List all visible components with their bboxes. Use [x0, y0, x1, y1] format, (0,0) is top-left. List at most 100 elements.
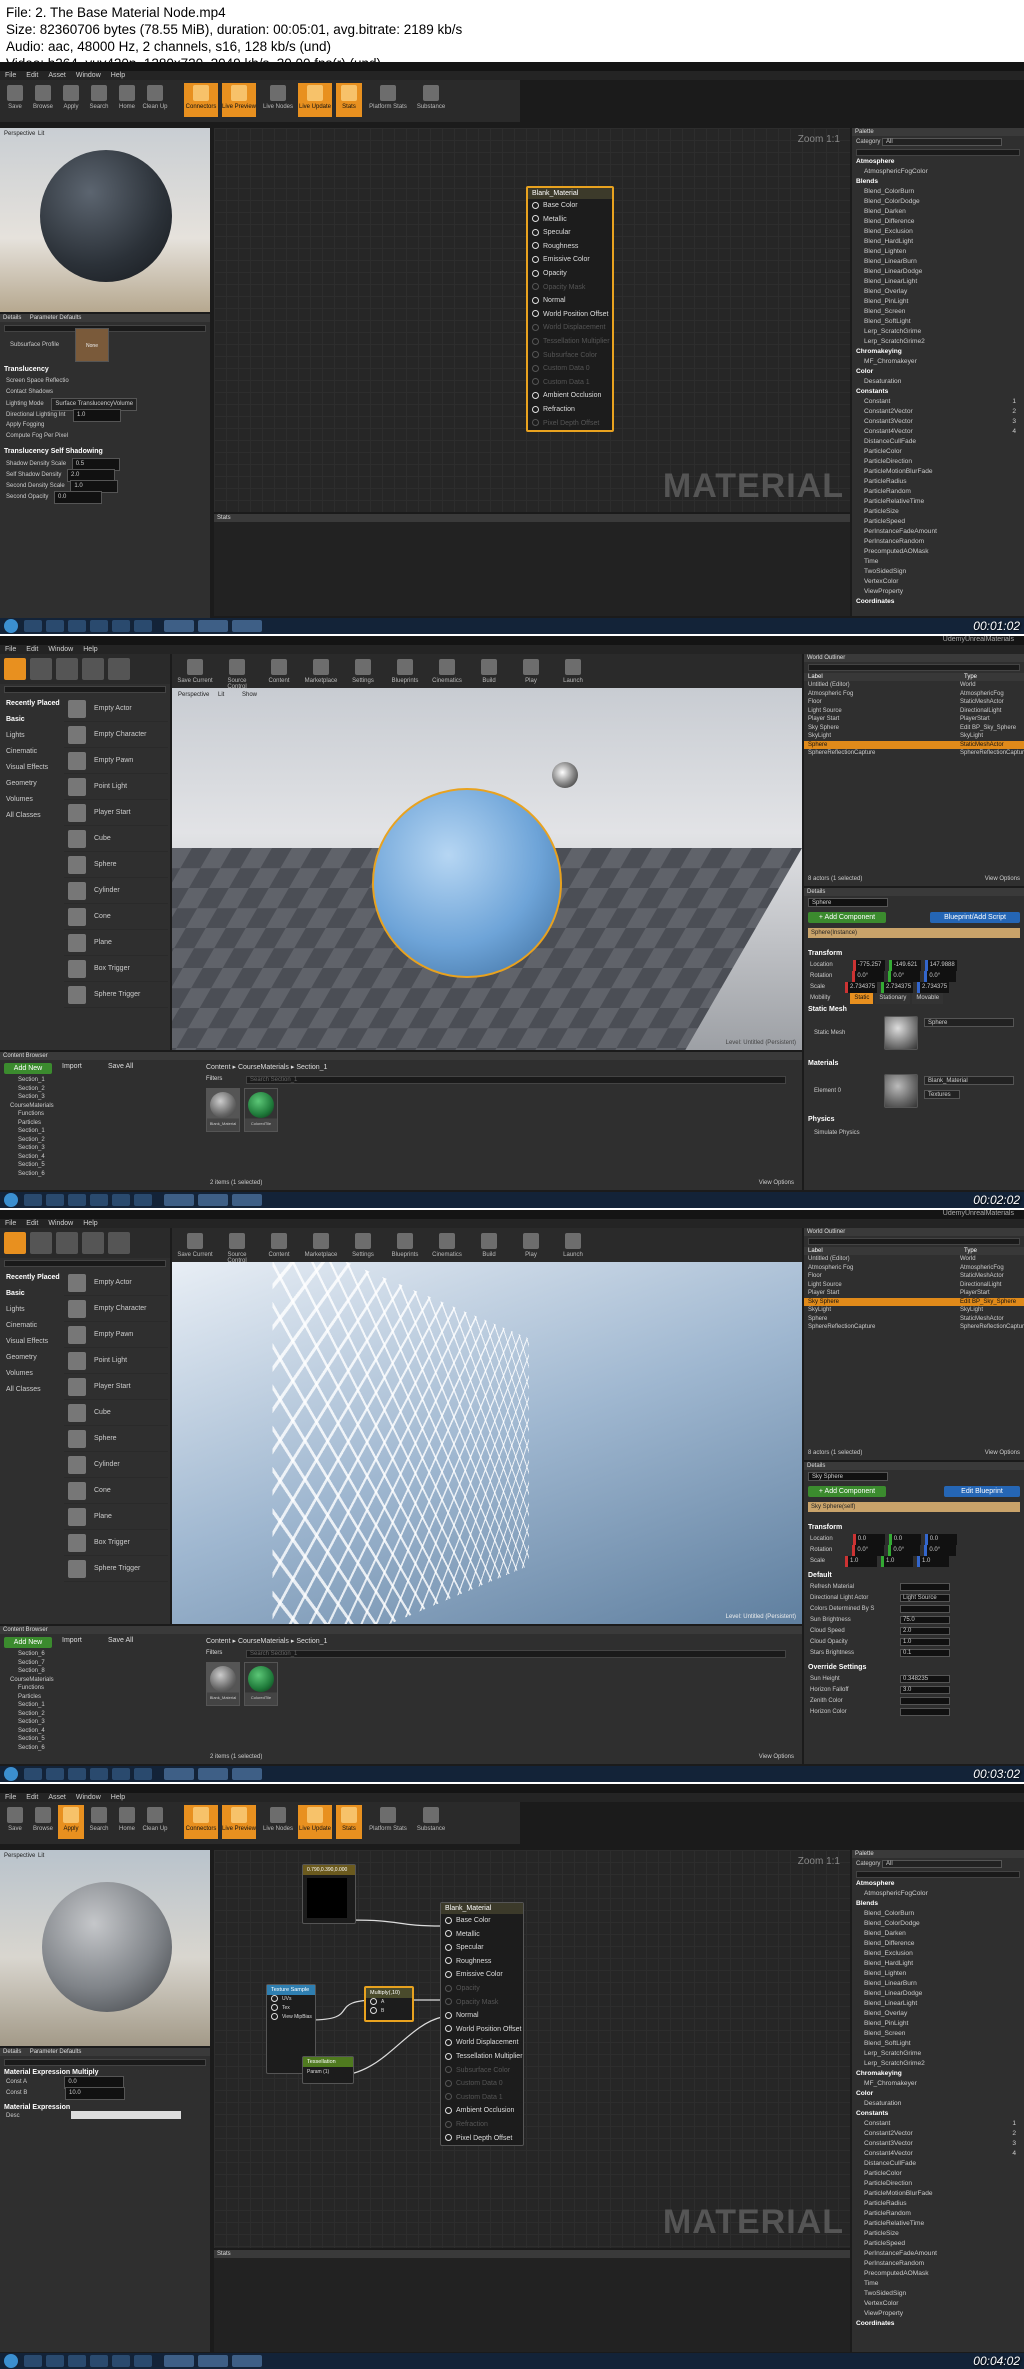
material-input-pin[interactable]: Custom Data 1: [441, 2091, 523, 2105]
transform-value[interactable]: -775.257: [852, 960, 885, 971]
palette-category[interactable]: Color: [856, 367, 1024, 377]
modes-search[interactable]: [4, 1260, 166, 1267]
level-toolbar-button[interactable]: Content: [260, 657, 298, 691]
palette-item[interactable]: Blend_Lighten: [856, 1969, 1024, 1979]
material-input-pin[interactable]: Ambient Occlusion: [441, 2104, 523, 2118]
static-mesh-thumb[interactable]: [884, 1016, 918, 1050]
unreal-taskbar-icon[interactable]: [232, 1194, 262, 1206]
foliage-mode-icon[interactable]: [82, 658, 104, 680]
transform-value[interactable]: 0.0°: [852, 1545, 885, 1556]
category-dropdown[interactable]: All: [882, 138, 1003, 146]
material-input-pin[interactable]: World Position Offset: [528, 308, 612, 322]
palette-item[interactable]: ParticleColor: [856, 447, 1024, 457]
palette-item[interactable]: ParticleSize: [856, 507, 1024, 517]
level-toolbar-button[interactable]: Settings: [344, 1231, 382, 1265]
palette-item[interactable]: Constant3Vector 3: [856, 417, 1024, 427]
folder-item[interactable]: Section_8: [2, 1667, 192, 1676]
outliner-row[interactable]: Sphere StaticMeshActor: [804, 1315, 1024, 1324]
filters-button[interactable]: Filters: [206, 1650, 222, 1656]
taskbar-app-icon[interactable]: [112, 2355, 130, 2367]
outliner-row[interactable]: Sky Sphere Edit BP_Sky_Sphere: [804, 1297, 1024, 1306]
material-input-pin[interactable]: Refraction: [441, 2118, 523, 2132]
platform-stats-button[interactable]: Platform Stats: [366, 1805, 410, 1839]
mobility-option[interactable]: Stationary: [875, 993, 911, 1004]
palette-item[interactable]: Blend_LinearBurn: [856, 1979, 1024, 1989]
stats-button[interactable]: Stats: [336, 1805, 362, 1839]
palette-item[interactable]: Constant2Vector 2: [856, 407, 1024, 417]
pin-tex[interactable]: Tex: [267, 2004, 315, 2013]
viewport-perspective-label[interactable]: Perspective: [178, 692, 209, 698]
palette-item[interactable]: VertexColor: [856, 577, 1024, 587]
place-item[interactable]: Cone: [64, 904, 168, 930]
material-input-pin[interactable]: Normal: [528, 294, 612, 308]
material-input-pin[interactable]: Emissive Color: [528, 253, 612, 267]
material-input-pin[interactable]: Metallic: [441, 1928, 523, 1942]
place-item[interactable]: Point Light: [64, 1348, 168, 1374]
transform-value[interactable]: 0.0°: [888, 971, 921, 982]
outliner-row[interactable]: Floor StaticMeshActor: [804, 698, 1024, 707]
content-view-options[interactable]: View Options: [759, 1754, 794, 1760]
base-material-node[interactable]: Blank_Material Base Color Metallic Specula…: [440, 1902, 524, 2147]
palette-item[interactable]: Blend_LinearLight: [856, 277, 1024, 287]
palette-item[interactable]: Blend_Difference: [856, 217, 1024, 227]
save-button[interactable]: Save: [2, 1805, 28, 1839]
materials-section[interactable]: Materials: [808, 1060, 838, 1067]
folder-item[interactable]: Section_5: [2, 1735, 192, 1744]
folder-item[interactable]: Section_5: [2, 1161, 192, 1170]
level-toolbar-button[interactable]: Save Current: [176, 657, 214, 691]
palette-item[interactable]: Blend_Exclusion: [856, 1949, 1024, 1959]
directional-lighting-field[interactable]: 1.0: [73, 409, 122, 422]
material-input-pin[interactable]: Base Color: [441, 1914, 523, 1928]
material-thumb[interactable]: [884, 1074, 918, 1108]
taskbar-app-icon[interactable]: [68, 1768, 86, 1780]
material-input-pin[interactable]: World Position Offset: [441, 2023, 523, 2037]
palette-item[interactable]: Blend_PinLight: [856, 297, 1024, 307]
menu-file[interactable]: File: [5, 646, 16, 653]
outliner-row[interactable]: SkyLight SkyLight: [804, 1306, 1024, 1315]
taskbar-app-icon[interactable]: [134, 1194, 152, 1206]
level-toolbar-button[interactable]: Build: [470, 1231, 508, 1265]
self-shadow-section[interactable]: Translucency Self Shadowing: [4, 448, 103, 455]
cleanup-button[interactable]: Clean Up: [142, 1805, 168, 1839]
transform-section[interactable]: Transform: [808, 1524, 842, 1531]
breadcrumb-item[interactable]: Section_1: [296, 1638, 327, 1645]
palette-category[interactable]: Constants: [856, 2109, 1024, 2119]
breadcrumb-item[interactable]: Content: [206, 1064, 231, 1071]
search-button[interactable]: Search: [86, 83, 112, 117]
asset-blank-material[interactable]: Blank_Material: [206, 1662, 240, 1706]
taskbar-app-icon[interactable]: [112, 1768, 130, 1780]
place-item[interactable]: Empty Pawn: [64, 1322, 168, 1348]
default-section[interactable]: Default: [808, 1572, 832, 1579]
palette-category[interactable]: Atmosphere: [856, 157, 1024, 167]
edit-blueprint-button[interactable]: Edit Blueprint: [944, 1486, 1020, 1497]
category-dropdown[interactable]: All: [882, 1860, 1003, 1868]
unreal-taskbar-icon[interactable]: [232, 620, 262, 632]
tab-details[interactable]: Details: [3, 2049, 21, 2055]
unreal-taskbar-icon[interactable]: [164, 620, 194, 632]
folder-item[interactable]: Section_7: [2, 1659, 192, 1668]
level-toolbar-button[interactable]: Blueprints: [386, 1231, 424, 1265]
import-button[interactable]: Import: [62, 1637, 82, 1644]
blueprint-button[interactable]: Blueprint/Add Script: [930, 912, 1020, 923]
material-input-pin[interactable]: Tessellation Multiplier: [528, 335, 612, 349]
palette-item[interactable]: MF_Chromakeyer: [856, 357, 1024, 367]
folder-item[interactable]: Particles: [2, 1119, 192, 1128]
menu-edit[interactable]: Edit: [26, 646, 38, 653]
paint-mode-icon[interactable]: [30, 1232, 52, 1254]
subsurface-thumb[interactable]: None: [75, 328, 109, 362]
live-preview-button[interactable]: Live Preview: [222, 1805, 256, 1839]
transform-value[interactable]: 0.0°: [888, 1545, 921, 1556]
palette-item[interactable]: Lerp_ScratchGrime: [856, 2049, 1024, 2059]
taskbar-app-icon[interactable]: [90, 620, 108, 632]
transform-value[interactable]: 0.0°: [852, 971, 885, 982]
transform-value[interactable]: 147.9888: [924, 960, 957, 971]
modes-category[interactable]: Volumes: [0, 1366, 62, 1382]
level-toolbar-button[interactable]: Cinematics: [428, 657, 466, 691]
outliner-row[interactable]: Atmospheric Fog AtmosphericFog: [804, 690, 1024, 699]
place-item[interactable]: Cone: [64, 1478, 168, 1504]
textures-dropdown[interactable]: Textures: [924, 1090, 960, 1099]
place-item[interactable]: Empty Character: [64, 1296, 168, 1322]
add-component-button[interactable]: + Add Component: [808, 1486, 886, 1497]
level-toolbar-button[interactable]: Cinematics: [428, 1231, 466, 1265]
folder-item[interactable]: Section_6: [2, 1170, 192, 1179]
